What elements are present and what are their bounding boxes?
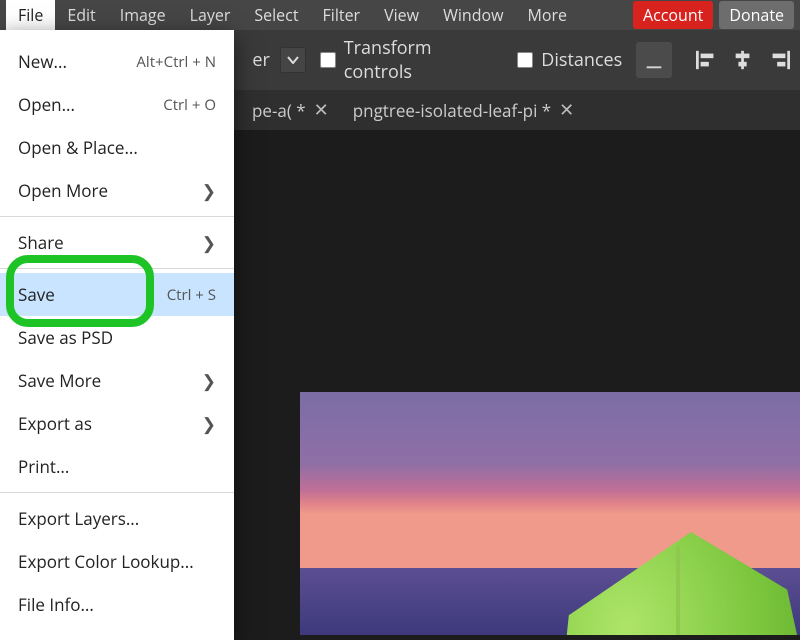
distances-checkbox[interactable]: Distances xyxy=(517,48,622,72)
file-export-as[interactable]: Export as ❯ xyxy=(0,402,234,445)
layer-select[interactable]: er xyxy=(252,47,305,73)
menu-filter[interactable]: Filter xyxy=(311,0,373,30)
menu-label: Export Layers... xyxy=(18,507,139,530)
checkbox-label: Distances xyxy=(541,48,622,72)
document-tab[interactable]: pngtree-isolated-leaf-pi * ✕ xyxy=(341,92,587,128)
file-open[interactable]: Open... Ctrl + O xyxy=(0,83,234,126)
file-save-as-psd[interactable]: Save as PSD xyxy=(0,316,234,359)
file-file-info[interactable]: File Info... xyxy=(0,583,234,626)
checkbox-label: Transform controls xyxy=(344,36,504,84)
menu-separator xyxy=(0,216,234,217)
menu-shortcut: Ctrl + S xyxy=(167,285,216,305)
file-share[interactable]: Share ❯ xyxy=(0,221,234,264)
chevron-right-icon: ❯ xyxy=(202,179,216,202)
layer-select-label: er xyxy=(252,48,269,72)
canvas-image xyxy=(300,392,800,635)
file-export-color-lookup[interactable]: Export Color Lookup... xyxy=(0,540,234,583)
menu-label: Save xyxy=(18,283,55,306)
align-tool-group xyxy=(696,50,790,70)
file-menu-dropdown: New... Alt+Ctrl + N Open... Ctrl + O Ope… xyxy=(0,30,234,640)
menu-separator xyxy=(0,492,234,493)
file-open-more[interactable]: Open More ❯ xyxy=(0,169,234,212)
file-export-layers[interactable]: Export Layers... xyxy=(0,497,234,540)
menu-label: Open... xyxy=(18,93,75,116)
checkbox-box xyxy=(320,52,336,68)
menu-label: File Info... xyxy=(18,593,94,616)
file-print[interactable]: Print... xyxy=(0,445,234,488)
close-icon[interactable]: ✕ xyxy=(559,98,574,122)
menu-shortcut: Ctrl + O xyxy=(163,95,216,115)
menu-more[interactable]: More xyxy=(516,0,580,30)
menu-separator xyxy=(0,268,234,269)
checkbox-box xyxy=(517,52,533,68)
tab-label: pe-a( * xyxy=(252,99,306,122)
menu-label: Print... xyxy=(18,455,69,478)
account-button[interactable]: Account xyxy=(633,1,713,29)
file-open-and-place[interactable]: Open & Place... xyxy=(0,126,234,169)
chevron-right-icon: ❯ xyxy=(202,231,216,254)
menu-label: Export as xyxy=(18,412,92,435)
align-center-icon[interactable] xyxy=(732,50,754,70)
chevron-right-icon: ❯ xyxy=(202,369,216,392)
menu-select[interactable]: Select xyxy=(242,0,310,30)
close-icon[interactable]: ✕ xyxy=(314,98,329,122)
menu-label: Share xyxy=(18,231,64,254)
menu-label: Open More xyxy=(18,179,108,202)
download-icon xyxy=(643,49,665,71)
menu-window[interactable]: Window xyxy=(431,0,515,30)
menu-image[interactable]: Image xyxy=(108,0,178,30)
file-new[interactable]: New... Alt+Ctrl + N xyxy=(0,40,234,83)
align-right-icon[interactable] xyxy=(768,50,790,70)
menu-label: Open & Place... xyxy=(18,136,138,159)
menu-shortcut: Alt+Ctrl + N xyxy=(136,52,216,72)
document-tab[interactable]: pe-a( * ✕ xyxy=(240,92,341,128)
menu-label: Export Color Lookup... xyxy=(18,550,194,573)
menu-label: New... xyxy=(18,50,67,73)
menu-layer[interactable]: Layer xyxy=(178,0,243,30)
file-save[interactable]: Save Ctrl + S xyxy=(0,273,234,316)
menu-bar: File Edit Image Layer Select Filter View… xyxy=(0,0,800,30)
menu-label: Save as PSD xyxy=(18,326,113,349)
menu-view[interactable]: View xyxy=(372,0,431,30)
menu-label: Save More xyxy=(18,369,101,392)
file-save-more[interactable]: Save More ❯ xyxy=(0,359,234,402)
chevron-down-icon[interactable] xyxy=(280,47,306,73)
transform-controls-checkbox[interactable]: Transform controls xyxy=(320,36,503,84)
download-button[interactable] xyxy=(636,42,672,78)
align-left-icon[interactable] xyxy=(696,50,718,70)
tab-label: pngtree-isolated-leaf-pi * xyxy=(353,99,551,122)
donate-button[interactable]: Donate xyxy=(719,1,794,29)
menu-edit[interactable]: Edit xyxy=(55,0,107,30)
chevron-right-icon: ❯ xyxy=(202,412,216,435)
menu-file[interactable]: File xyxy=(6,0,55,30)
